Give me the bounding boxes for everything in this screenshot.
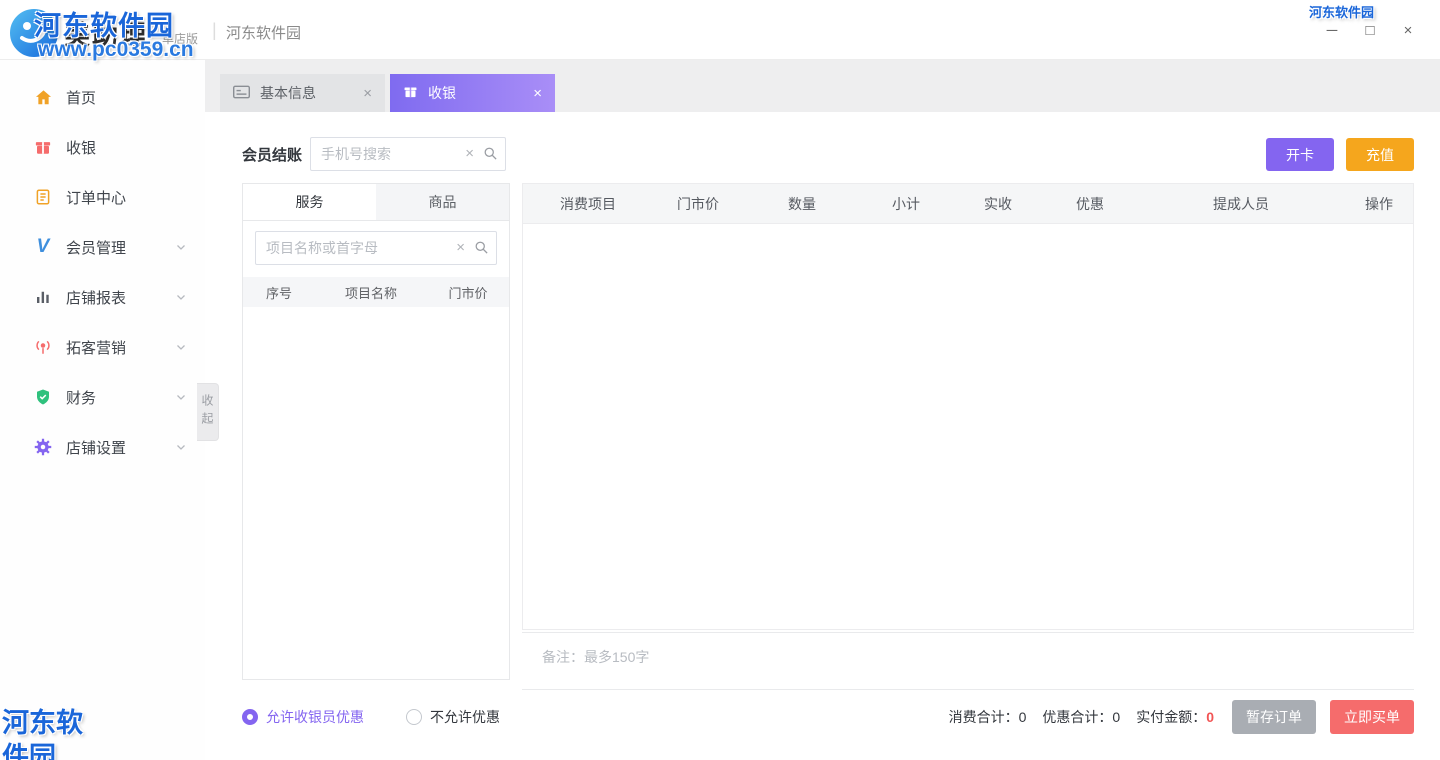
col-retail-price: 门市价: [653, 194, 743, 214]
sidebar-item-member-management[interactable]: V 会员管理: [0, 222, 205, 272]
sidebar-item-label: 首页: [66, 87, 96, 108]
sidebar-item-label: 财务: [66, 387, 96, 408]
sidebar-item-cashier[interactable]: 收银: [0, 122, 205, 172]
col-subtotal: 小计: [861, 194, 951, 214]
tab-close-icon[interactable]: ×: [533, 85, 542, 102]
tab-close-icon[interactable]: ×: [363, 85, 372, 102]
chevron-down-icon: [175, 391, 187, 403]
col-quantity: 数量: [743, 194, 861, 214]
tab-label: 基本信息: [260, 83, 316, 103]
member-checkout-row: 会员结账 ×: [242, 137, 506, 171]
sidebar-item-home[interactable]: 首页: [0, 72, 205, 122]
cashier-content: 会员结账 × 开卡 充值 服务 商品 ×: [205, 112, 1440, 760]
remark-input[interactable]: 备注：最多150字: [522, 632, 1414, 690]
chevron-down-icon: [175, 241, 187, 253]
sidebar-item-label: 订单中心: [66, 187, 126, 208]
sidebar-item-shop-settings[interactable]: 店铺设置: [0, 422, 205, 472]
titlebar-divider: |: [212, 20, 217, 41]
chevron-down-icon: [175, 341, 187, 353]
app-title: 美助理: [64, 15, 148, 52]
sidebar-item-label: 店铺报表: [66, 287, 126, 308]
col-actual-received: 实收: [951, 194, 1045, 214]
hold-order-button[interactable]: 暂存订单: [1232, 700, 1316, 734]
total-payable: 实付金额：0: [1136, 707, 1214, 727]
total-consume: 消费合计：0: [949, 707, 1027, 727]
edition-label: 单店版: [162, 30, 198, 47]
sidebar-item-label: 收银: [66, 137, 96, 158]
chevron-down-icon: [175, 441, 187, 453]
maximize-button[interactable]: □: [1356, 16, 1384, 44]
order-table-body: [523, 224, 1413, 629]
order-table: 消费项目 门市价 数量 小计 实收 优惠 提成人员 操作: [522, 183, 1414, 630]
cashier-icon: [32, 138, 54, 156]
sidebar: 首页 收银 订单中心 V 会员管理 店铺报表: [0, 60, 205, 760]
totals: 消费合计：0 优惠合计：0 实付金额：0: [949, 707, 1214, 727]
sidebar-item-marketing[interactable]: 拓客营销: [0, 322, 205, 372]
sidebar-item-shop-report[interactable]: 店铺报表: [0, 272, 205, 322]
chevron-down-icon: [175, 291, 187, 303]
home-icon: [32, 88, 54, 107]
tab-goods[interactable]: 商品: [376, 184, 509, 220]
member-actions: 开卡 充值: [1266, 138, 1414, 171]
window-controls: ─ □ ×: [1318, 0, 1422, 60]
service-goods-panel: 服务 商品 × 序号 项目名称 门市价: [242, 183, 510, 680]
tabstrip: 基本信息 × 收银 ×: [205, 60, 1440, 112]
radio-allow-discount[interactable]: 允许收银员优惠: [242, 707, 364, 727]
id-card-icon: [233, 85, 250, 102]
open-card-button[interactable]: 开卡: [1266, 138, 1334, 171]
report-icon: [32, 288, 54, 306]
item-search-row: ×: [243, 221, 509, 273]
sidebar-item-label: 拓客营销: [66, 337, 126, 358]
total-discount: 优惠合计：0: [1042, 707, 1120, 727]
radio-deny-discount[interactable]: 不允许优惠: [406, 707, 500, 727]
phone-search-wrap: ×: [310, 137, 506, 171]
tab-basic-info[interactable]: 基本信息 ×: [220, 74, 385, 112]
cashier-icon: [403, 84, 418, 102]
footer-actions: 消费合计：0 优惠合计：0 实付金额：0 暂存订单 立即买单: [949, 700, 1414, 734]
service-table-body: [243, 307, 509, 679]
search-icon[interactable]: [474, 240, 489, 260]
col-consume-item: 消费项目: [523, 194, 653, 214]
item-search-wrap: ×: [255, 231, 497, 265]
col-serial-number: 序号: [243, 283, 315, 302]
app-window: 美助理 单店版 | 河东软件园 ─ □ × 河东软件园 www.pc0359.c…: [0, 0, 1440, 760]
sidebar-item-label: 会员管理: [66, 237, 126, 258]
pay-now-button[interactable]: 立即买单: [1330, 700, 1414, 734]
search-icon[interactable]: [483, 146, 498, 166]
service-goods-tabs: 服务 商品: [243, 184, 509, 221]
footer-bar: 允许收银员优惠 不允许优惠 消费合计：0 优惠合计：0 实付金额：0 暂存订单 …: [242, 697, 1414, 737]
finance-icon: [32, 388, 54, 406]
order-center-icon: [32, 188, 54, 206]
order-table-header: 消费项目 门市价 数量 小计 实收 优惠 提成人员 操作: [523, 184, 1413, 224]
discount-options: 允许收银员优惠 不允许优惠: [242, 707, 500, 727]
clear-icon[interactable]: ×: [456, 238, 465, 258]
tab-cashier[interactable]: 收银 ×: [390, 74, 555, 112]
close-button[interactable]: ×: [1394, 16, 1422, 44]
settings-icon: [32, 438, 54, 456]
titlebar: 美助理 单店版 | 河东软件园 ─ □ ×: [0, 0, 1440, 60]
tab-label: 收银: [428, 83, 456, 103]
sidebar-item-order-center[interactable]: 订单中心: [0, 172, 205, 222]
col-retail-price: 门市价: [427, 283, 509, 302]
tab-service[interactable]: 服务: [243, 184, 376, 220]
sidebar-collapse-handle[interactable]: 收起: [197, 383, 219, 441]
clear-icon[interactable]: ×: [465, 144, 474, 164]
col-item-name: 项目名称: [315, 283, 427, 302]
radio-unselected-icon: [406, 709, 422, 725]
sidebar-item-finance[interactable]: 财务: [0, 372, 205, 422]
col-operation: 操作: [1347, 194, 1411, 214]
col-commission-staff: 提成人员: [1135, 194, 1347, 214]
member-icon: V: [32, 236, 54, 258]
phone-search-input[interactable]: [310, 137, 506, 171]
recharge-button[interactable]: 充值: [1346, 138, 1414, 171]
sidebar-item-label: 店铺设置: [66, 437, 126, 458]
member-checkout-label: 会员结账: [242, 144, 302, 165]
marketing-icon: [32, 338, 54, 356]
service-table-header: 序号 项目名称 门市价: [243, 277, 509, 307]
col-discount: 优惠: [1045, 194, 1135, 214]
titlebar-site-name: 河东软件园: [226, 22, 301, 43]
minimize-button[interactable]: ─: [1318, 16, 1346, 44]
radio-selected-icon: [242, 709, 258, 725]
